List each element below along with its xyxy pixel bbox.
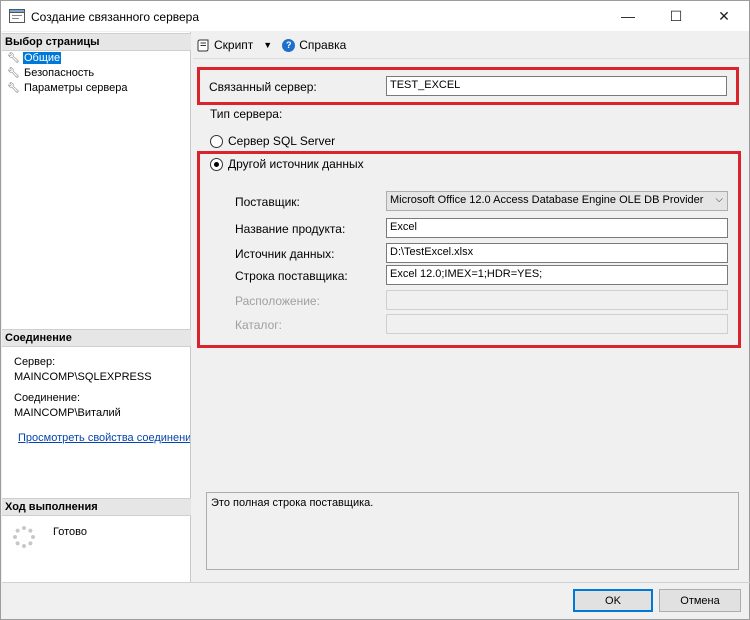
window-title: Создание связанного сервера — [31, 10, 200, 24]
progress-spinner-icon — [13, 526, 35, 548]
description-text: Это полная строка поставщика. — [211, 497, 374, 509]
script-label: Скрипт — [214, 38, 254, 52]
description-box: Это полная строка поставщика. — [206, 492, 739, 570]
radio-button[interactable] — [210, 134, 223, 148]
provider-string-input[interactable]: Excel 12.0;IMEX=1;HDR=YES; — [386, 265, 728, 285]
provider-select[interactable]: Microsoft Office 12.0 Access Database En… — [386, 191, 728, 211]
minimize-button[interactable]: — — [605, 1, 651, 31]
view-properties-link[interactable]: Просмотреть свойства соединения — [18, 432, 190, 444]
radio-other-data-source[interactable]: Другой источник данных — [210, 157, 364, 171]
catalog-label: Каталог: — [235, 318, 282, 332]
script-button[interactable]: Скрипт — [197, 38, 253, 52]
page-item-label: Безопасность — [24, 67, 95, 79]
data-source-input[interactable]: D:\TestExcel.xlsx — [386, 243, 728, 263]
server-type-label: Тип сервера: — [210, 107, 283, 121]
radio-button-selected[interactable] — [210, 157, 223, 171]
provider-label: Поставщик: — [235, 195, 300, 209]
dropdown-arrow-icon: ▼ — [263, 40, 273, 50]
radio-sql-label: Сервер SQL Server — [228, 134, 336, 148]
maximize-button[interactable]: ☐ — [653, 1, 699, 31]
product-name-input[interactable]: Excel — [386, 218, 728, 238]
help-icon: ? — [282, 38, 296, 52]
connection-header: Соединение — [2, 329, 191, 347]
location-label: Расположение: — [235, 294, 320, 308]
select-page-header: Выбор страницы — [2, 33, 191, 51]
close-button[interactable]: ✕ — [701, 1, 747, 31]
wrench-icon: 🔧︎ — [7, 52, 20, 64]
create-linked-server-dialog: Создание связанного сервера — ☐ ✕ Выбор … — [0, 0, 750, 620]
linked-server-label: Связанный сервер: — [209, 80, 317, 94]
progress-status: Готово — [53, 526, 87, 538]
page-item-general[interactable]: 🔧︎ Общие — [7, 51, 62, 65]
script-dropdown-button[interactable]: ▼ — [263, 40, 272, 50]
linked-server-input[interactable]: TEST_EXCEL — [386, 76, 727, 96]
server-label: Сервер: — [14, 356, 56, 368]
chevron-down-icon: ⌵ — [715, 194, 723, 205]
page-item-security[interactable]: 🔧︎ Безопасность — [7, 66, 95, 80]
radio-sql-server[interactable]: Сервер SQL Server — [210, 134, 335, 148]
connection-value: MAINCOMP\Виталий — [14, 407, 121, 419]
app-icon — [9, 9, 25, 23]
wrench-icon: 🔧︎ — [7, 82, 20, 94]
page-item-label: Общие — [23, 52, 62, 64]
ok-button[interactable]: OK — [573, 589, 653, 612]
radio-other-label: Другой источник данных — [228, 157, 364, 171]
provider-value: Microsoft Office 12.0 Access Database En… — [390, 194, 704, 206]
help-button[interactable]: ? Справка — [282, 38, 346, 52]
catalog-input[interactable] — [386, 314, 728, 334]
page-item-server-options[interactable]: 🔧︎ Параметры сервера — [7, 81, 129, 95]
location-input[interactable] — [386, 290, 728, 310]
progress-header: Ход выполнения — [2, 498, 191, 516]
wrench-icon: 🔧︎ — [7, 67, 20, 79]
toolbar: Скрипт ▼ ? Справка — [197, 38, 356, 52]
view-connection-properties[interactable]: Просмотреть свойства соединения — [12, 431, 190, 445]
minimize-icon: — — [621, 8, 635, 24]
close-icon: ✕ — [718, 7, 730, 24]
product-name-label: Название продукта: — [235, 222, 346, 236]
provider-string-label: Строка поставщика: — [235, 269, 348, 283]
help-label: Справка — [299, 38, 347, 52]
connection-label: Соединение: — [14, 392, 81, 404]
toolbar-divider — [193, 58, 749, 59]
page-item-label: Параметры сервера — [24, 82, 128, 94]
server-value: MAINCOMP\SQLEXPRESS — [14, 371, 152, 383]
maximize-icon: ☐ — [669, 7, 683, 24]
footer-divider — [2, 582, 750, 583]
title-bar: Создание связанного сервера — ☐ ✕ — [1, 1, 749, 31]
cancel-button[interactable]: Отмена — [659, 589, 741, 612]
data-source-label: Источник данных: — [235, 247, 335, 261]
script-icon — [197, 39, 209, 51]
left-panel: Выбор страницы 🔧︎ Общие 🔧︎ Безопасность … — [2, 32, 191, 582]
